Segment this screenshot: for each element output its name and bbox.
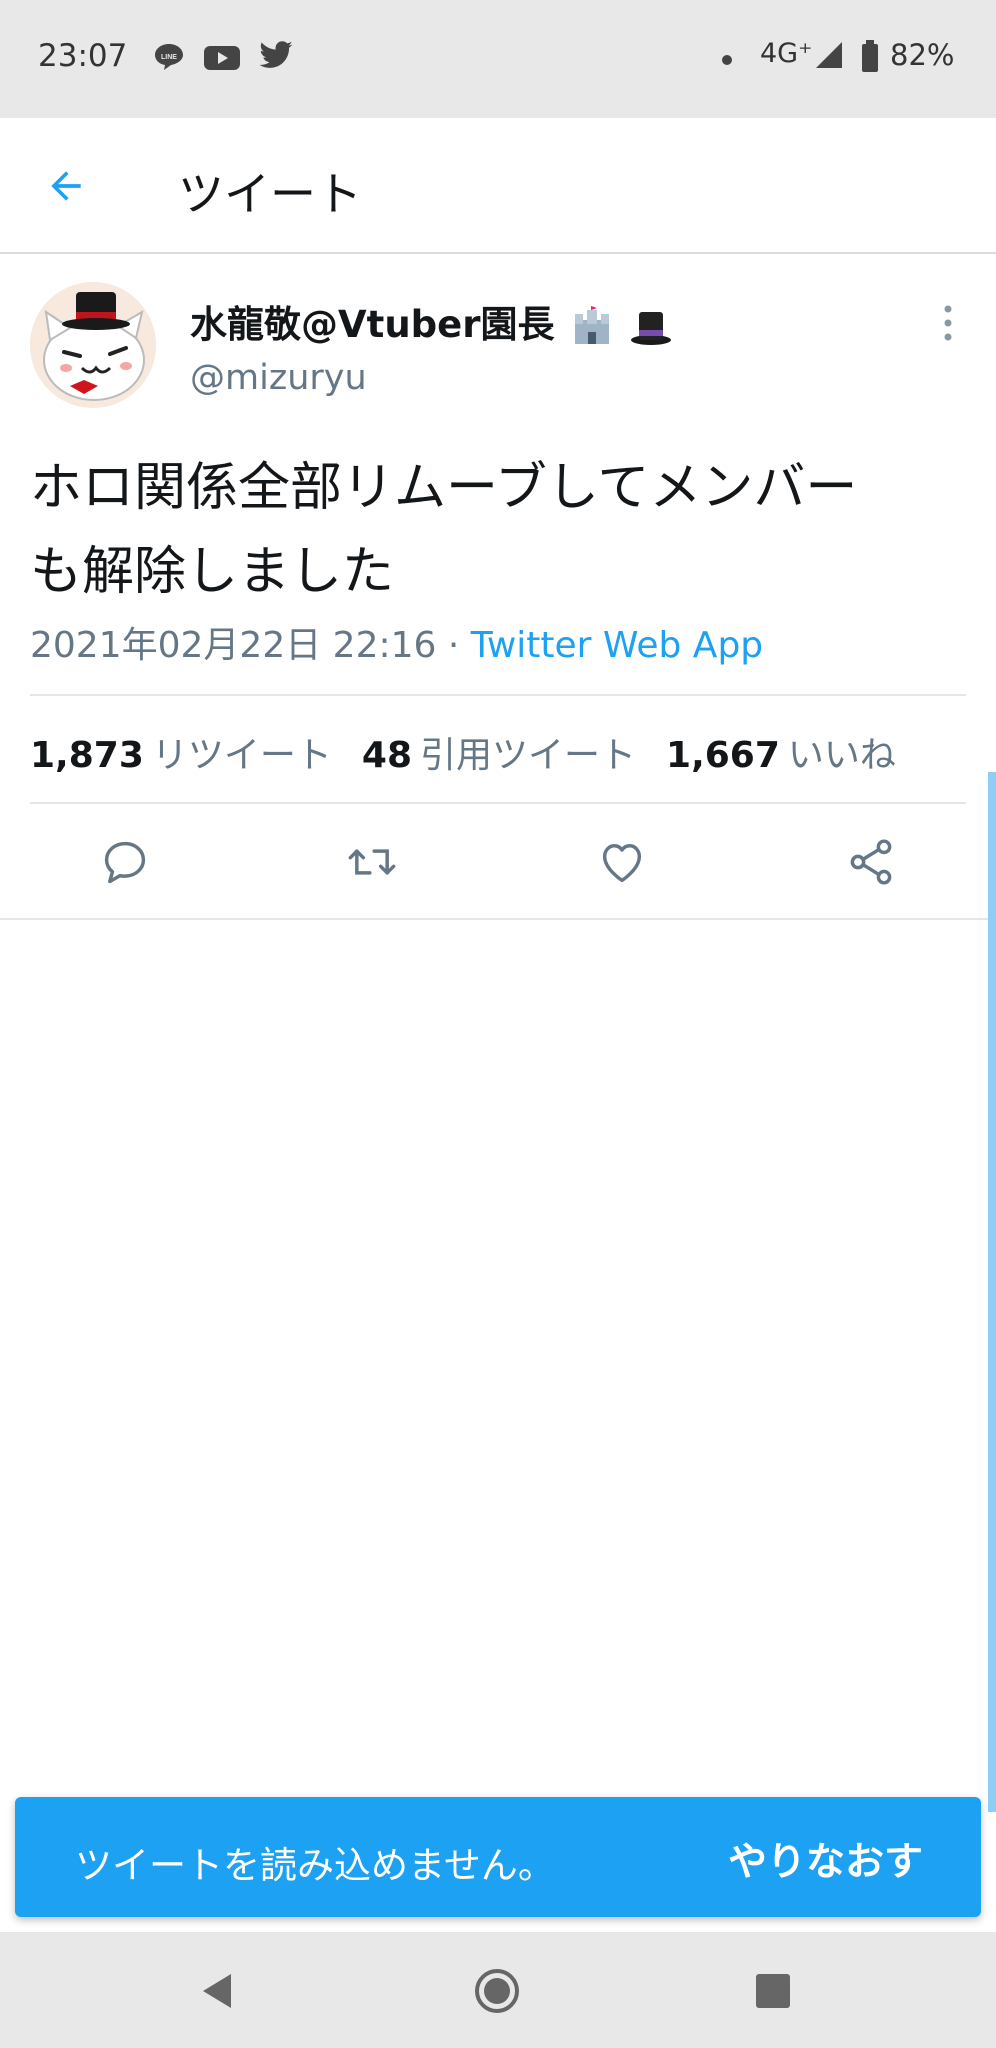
twitter-icon	[259, 41, 293, 68]
app-bar: ツイート	[0, 118, 996, 254]
error-snackbar: ツイートを読み込めません。 やりなおす	[15, 1797, 981, 1917]
author-name-text: 水龍敬@Vtuber園長	[190, 303, 555, 346]
scrollbar[interactable]	[988, 772, 996, 1812]
svg-text:LINE: LINE	[161, 54, 177, 61]
tweet-stats: 1,873 リツイート 48 引用ツイート 1,667 いいね	[30, 726, 926, 778]
castle-emoji	[575, 305, 610, 344]
like-icon[interactable]	[596, 836, 648, 888]
tweet-text-line: も解除しました	[30, 542, 395, 602]
reply-icon[interactable]	[99, 836, 151, 888]
retweet-icon[interactable]	[346, 836, 398, 888]
retry-button[interactable]: やりなおす	[728, 1831, 923, 1887]
avatar-image	[30, 282, 156, 408]
author-handle[interactable]: @mizuryu	[190, 358, 367, 398]
divider	[0, 918, 996, 920]
retweets-count: 1,873	[30, 735, 144, 776]
back-triangle-icon[interactable]	[195, 1966, 245, 2016]
top-hat-emoji	[631, 311, 672, 345]
home-circle-icon[interactable]	[472, 1966, 522, 2016]
author-name[interactable]: 水龍敬@Vtuber園長	[190, 294, 672, 348]
quotes-label: 引用ツイート	[420, 735, 637, 776]
retweets-stat[interactable]: 1,873 リツイート	[30, 735, 362, 776]
status-time: 23:07	[38, 38, 128, 74]
snackbar-message: ツイートを読み込めません。	[75, 1844, 555, 1887]
share-icon[interactable]	[845, 836, 897, 888]
network-type: 4G⁺	[760, 38, 813, 69]
status-bar: 23:07 LINE 4G⁺ 82%	[0, 0, 996, 118]
tweet-source-link[interactable]: Twitter Web App	[471, 625, 763, 666]
battery-percent: 82%	[890, 38, 955, 72]
tweet-timestamp: 2021年02月22日 22:16	[30, 625, 437, 666]
signal-icon	[816, 42, 842, 68]
meta-separator: ·	[436, 625, 471, 666]
system-nav-bar	[0, 1932, 996, 2048]
divider	[30, 802, 966, 804]
line-icon: LINE	[155, 44, 183, 70]
likes-stat[interactable]: 1,667 いいね	[666, 735, 926, 776]
arrow-left-icon[interactable]	[44, 164, 88, 208]
quotes-count: 48	[361, 735, 412, 776]
avatar[interactable]	[30, 282, 156, 408]
page-title: ツイート	[178, 167, 362, 221]
tweet-text: ホロ関係全部リムーブしてメンバー も解除しました	[30, 446, 970, 614]
tweet-text-line: ホロ関係全部リムーブしてメンバー	[30, 458, 858, 518]
battery-icon	[862, 40, 878, 72]
divider	[30, 694, 966, 696]
more-vertical-icon[interactable]	[940, 304, 956, 342]
notification-dot	[722, 55, 732, 65]
retweets-label: リツイート	[151, 735, 332, 776]
tweet-meta: 2021年02月22日 22:16 · Twitter Web App	[30, 616, 763, 668]
recents-square-icon[interactable]	[748, 1966, 798, 2016]
quotes-stat[interactable]: 48 引用ツイート	[362, 735, 666, 776]
likes-count: 1,667	[666, 735, 780, 776]
likes-label: いいね	[787, 735, 896, 776]
youtube-icon	[204, 46, 240, 70]
